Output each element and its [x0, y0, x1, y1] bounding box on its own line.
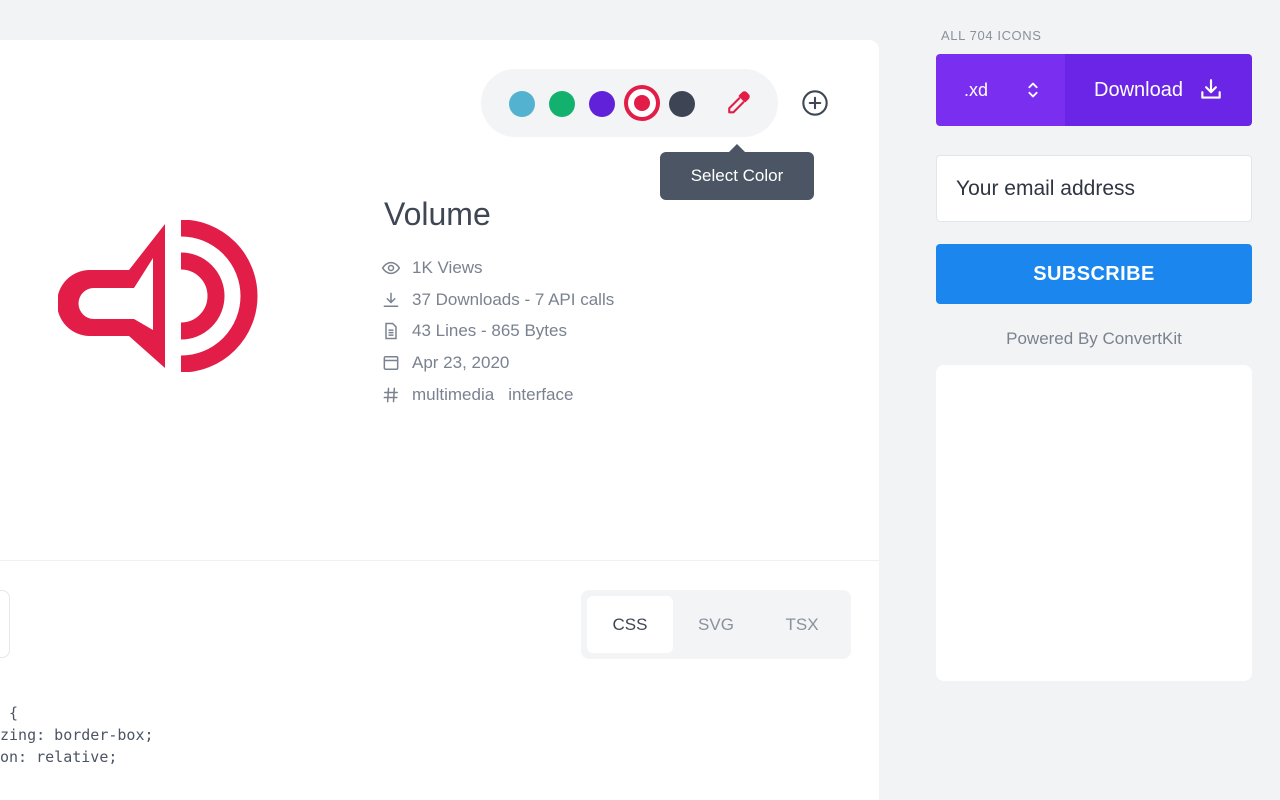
eyedropper-icon[interactable] [724, 89, 752, 117]
swatch-green[interactable] [549, 91, 575, 117]
subscribe-button[interactable]: SUBSCRIBE [936, 244, 1252, 304]
email-input[interactable] [936, 155, 1252, 222]
tag-multimedia[interactable]: multimedia [412, 385, 494, 405]
download-label: Download [1094, 79, 1183, 101]
swatch-crimson-selected[interactable] [624, 85, 660, 121]
format-select[interactable]: .xd [936, 54, 1065, 126]
section-divider [0, 560, 879, 561]
tab-svg[interactable]: SVG [673, 596, 759, 653]
meta-views: 1K Views [381, 256, 483, 280]
tab-tsx[interactable]: TSX [759, 596, 845, 653]
meta-downloads: 37 Downloads - 7 API calls [381, 288, 614, 312]
tab-css[interactable]: CSS [587, 596, 673, 653]
download-tray-icon [1201, 79, 1221, 99]
swatch-violet[interactable] [589, 91, 615, 117]
size-text: 43 Lines - 865 Bytes [412, 321, 567, 340]
downloads-text: 37 Downloads - 7 API calls [412, 290, 615, 309]
meta-date: Apr 23, 2020 [381, 351, 509, 375]
download-button[interactable]: Download [1065, 54, 1252, 126]
date-text: Apr 23, 2020 [412, 353, 510, 372]
eye-icon [381, 261, 401, 275]
icon-title: Volume [384, 196, 491, 232]
views-text: 1K Views [412, 258, 483, 277]
download-icon [383, 292, 399, 307]
code-snippet: { zing: border-box; on: relative; [0, 702, 154, 768]
select-color-tooltip: Select Color [660, 144, 814, 200]
download-group: .xd Download [936, 54, 1252, 126]
volume-icon [58, 220, 258, 372]
plus-circle-icon[interactable] [801, 89, 829, 117]
tag-interface[interactable]: interface [508, 385, 573, 405]
swatch-cyan[interactable] [509, 91, 535, 117]
all-icons-label: ALL 704 ICONS [941, 28, 1042, 43]
chevron-up-down-icon [1028, 82, 1038, 98]
format-value: .xd [964, 80, 989, 100]
meta-tags: multimedia interface [381, 383, 587, 407]
code-format-tabs: CSS SVG TSX [581, 590, 851, 659]
hash-icon [383, 387, 398, 403]
calendar-icon [383, 356, 399, 370]
powered-by-text: Powered By ConvertKit [1006, 329, 1182, 348]
code-line-2: zing: border-box; [0, 726, 154, 744]
code-line-1: { [0, 704, 19, 722]
swatch-slate[interactable] [669, 91, 695, 117]
document-icon [385, 322, 397, 340]
code-toolbar-box[interactable] [0, 590, 10, 658]
ad-placeholder [936, 365, 1252, 681]
code-line-3: on: relative; [0, 748, 118, 766]
meta-size: 43 Lines - 865 Bytes [381, 319, 567, 343]
